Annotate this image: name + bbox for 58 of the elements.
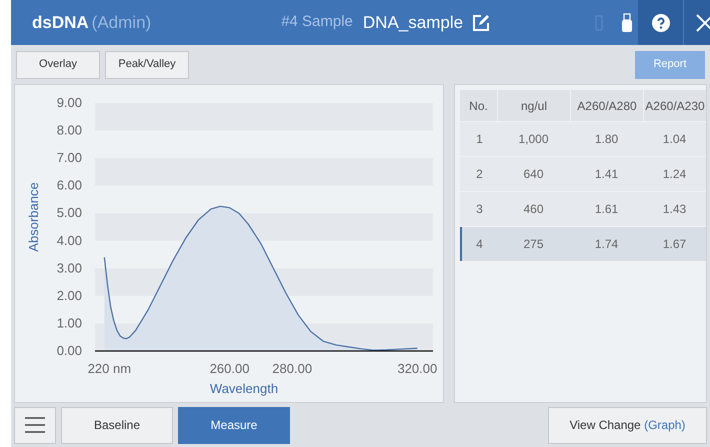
role-label: (Admin) bbox=[92, 12, 152, 34]
column-header: No. bbox=[460, 90, 497, 122]
x-axis-title: Wavelength bbox=[210, 381, 278, 396]
table-cell-text: 2 bbox=[475, 166, 484, 184]
menu-icon bbox=[25, 417, 45, 434]
table-cell-text: 3 bbox=[475, 201, 484, 218]
y-axis-title: Absorbance bbox=[26, 182, 41, 252]
battery-icon bbox=[595, 14, 604, 30]
table-cell-text: 1.61 bbox=[594, 201, 620, 218]
table-cell-text: 1.24 bbox=[662, 166, 688, 184]
table-cell-text: 275 bbox=[522, 236, 545, 254]
y-tick-label: 0.00 bbox=[56, 343, 82, 358]
toolbar-button[interactable]: Peak/Valley bbox=[105, 50, 189, 79]
footer-button[interactable]: Baseline bbox=[61, 406, 173, 444]
table-cell-text: 1.67 bbox=[662, 236, 688, 254]
table-cell-text: 1.43 bbox=[662, 201, 688, 218]
app-title: dsDNA bbox=[32, 12, 89, 34]
table-cell-text: 1,000 bbox=[517, 131, 550, 148]
table-cell-text: 4 bbox=[475, 236, 484, 254]
table-cell-text: 460 bbox=[522, 201, 545, 218]
column-header: A260/A230 bbox=[644, 90, 706, 122]
y-tick-label: 6.00 bbox=[56, 178, 82, 193]
y-tick-label: 4.00 bbox=[56, 232, 82, 248]
table-cell-text: 640 bbox=[522, 166, 545, 184]
y-tick-label: 8.00 bbox=[56, 122, 82, 138]
x-tick-label: 260.00 bbox=[210, 361, 250, 376]
table-row[interactable]: 1 1,000 1.80 1.04 bbox=[460, 122, 706, 156]
help-icon bbox=[652, 14, 670, 32]
column-header: ng/ul bbox=[498, 90, 570, 122]
sample-name: DNA_sample bbox=[362, 12, 464, 34]
x-tick-label: 280.00 bbox=[272, 361, 312, 376]
y-tick-label: 9.00 bbox=[56, 95, 82, 110]
table-cell-text: 1.80 bbox=[594, 131, 620, 148]
close-icon bbox=[694, 12, 710, 32]
table-row[interactable]: 3 460 1.61 1.43 bbox=[460, 192, 706, 226]
usb-drive-icon bbox=[621, 12, 634, 32]
x-tick-label: 320.00 bbox=[397, 361, 438, 376]
table-row[interactable]: 2 640 1.41 1.24 bbox=[460, 157, 706, 192]
menu-button[interactable] bbox=[14, 406, 56, 444]
y-tick-label: 1.00 bbox=[56, 316, 82, 330]
view-change-button[interactable]: View Change (Graph) bbox=[548, 406, 707, 444]
edit-icon[interactable] bbox=[472, 14, 490, 32]
y-tick-label: 5.00 bbox=[56, 205, 82, 220]
toolbar-button[interactable]: Overlay bbox=[16, 50, 100, 79]
table-cell-text: 1.41 bbox=[594, 166, 620, 184]
footer-button[interactable]: Measure bbox=[178, 406, 290, 444]
x-tick-label: 220 nm bbox=[88, 361, 132, 376]
column-header: A260/A280 bbox=[571, 90, 643, 122]
table-row[interactable]: 4 275 1.74 1.67 bbox=[460, 227, 706, 262]
help-button[interactable] bbox=[638, 0, 683, 45]
close-button[interactable] bbox=[683, 0, 710, 45]
y-tick-label: 7.00 bbox=[56, 150, 82, 166]
table-cell-text: 1.04 bbox=[662, 131, 688, 148]
sample-number: #4 Sample bbox=[281, 12, 353, 32]
y-tick-label: 2.00 bbox=[56, 288, 82, 303]
table-cell-text: 1.74 bbox=[594, 236, 620, 254]
table-cell-text: 1 bbox=[475, 131, 484, 148]
y-tick-label: 3.00 bbox=[56, 260, 82, 276]
